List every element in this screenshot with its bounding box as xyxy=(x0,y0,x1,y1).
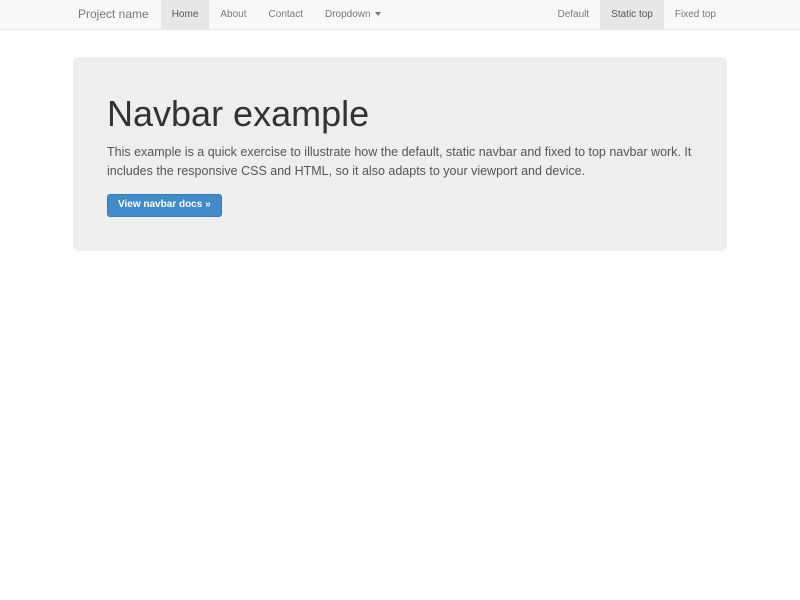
description-line-1: This example is a quick exercise to illu… xyxy=(107,143,693,162)
nav-link-dropdown-label: Dropdown xyxy=(325,9,371,20)
nav-item-dropdown: Dropdown xyxy=(314,0,392,29)
nav-item-default: Default xyxy=(546,0,600,29)
top-navbar: Project name Home About Contact Dropdown… xyxy=(0,0,800,30)
nav-item-about: About xyxy=(209,0,257,29)
nav-item-static-top: Static top xyxy=(600,0,664,29)
nav-link-dropdown[interactable]: Dropdown xyxy=(314,0,392,29)
caret-down-icon xyxy=(375,12,381,16)
nav-link-static-top[interactable]: Static top xyxy=(600,0,664,29)
navbar-brand[interactable]: Project name xyxy=(73,0,159,29)
jumbotron: Navbar example This example is a quick e… xyxy=(73,57,727,251)
description-line-2: includes the responsive CSS and HTML, so… xyxy=(107,162,693,181)
nav-link-default[interactable]: Default xyxy=(546,0,600,29)
nav-link-about[interactable]: About xyxy=(209,0,257,29)
navbar-spacer xyxy=(392,0,547,29)
nav-item-home: Home xyxy=(161,0,210,29)
jumbotron-description: This example is a quick exercise to illu… xyxy=(107,143,693,181)
page-title: Navbar example xyxy=(107,94,693,134)
navbar-container: Project name Home About Contact Dropdown… xyxy=(73,0,727,29)
navbar-right-nav: Default Static top Fixed top xyxy=(546,0,727,29)
view-navbar-docs-button[interactable]: View navbar docs » xyxy=(107,194,222,217)
main-content: Navbar example This example is a quick e… xyxy=(73,57,727,251)
nav-item-contact: Contact xyxy=(258,0,314,29)
nav-item-fixed-top: Fixed top xyxy=(664,0,727,29)
navbar-left-nav: Home About Contact Dropdown xyxy=(161,0,392,29)
nav-link-contact[interactable]: Contact xyxy=(258,0,314,29)
nav-link-fixed-top[interactable]: Fixed top xyxy=(664,0,727,29)
nav-link-home[interactable]: Home xyxy=(161,0,210,29)
